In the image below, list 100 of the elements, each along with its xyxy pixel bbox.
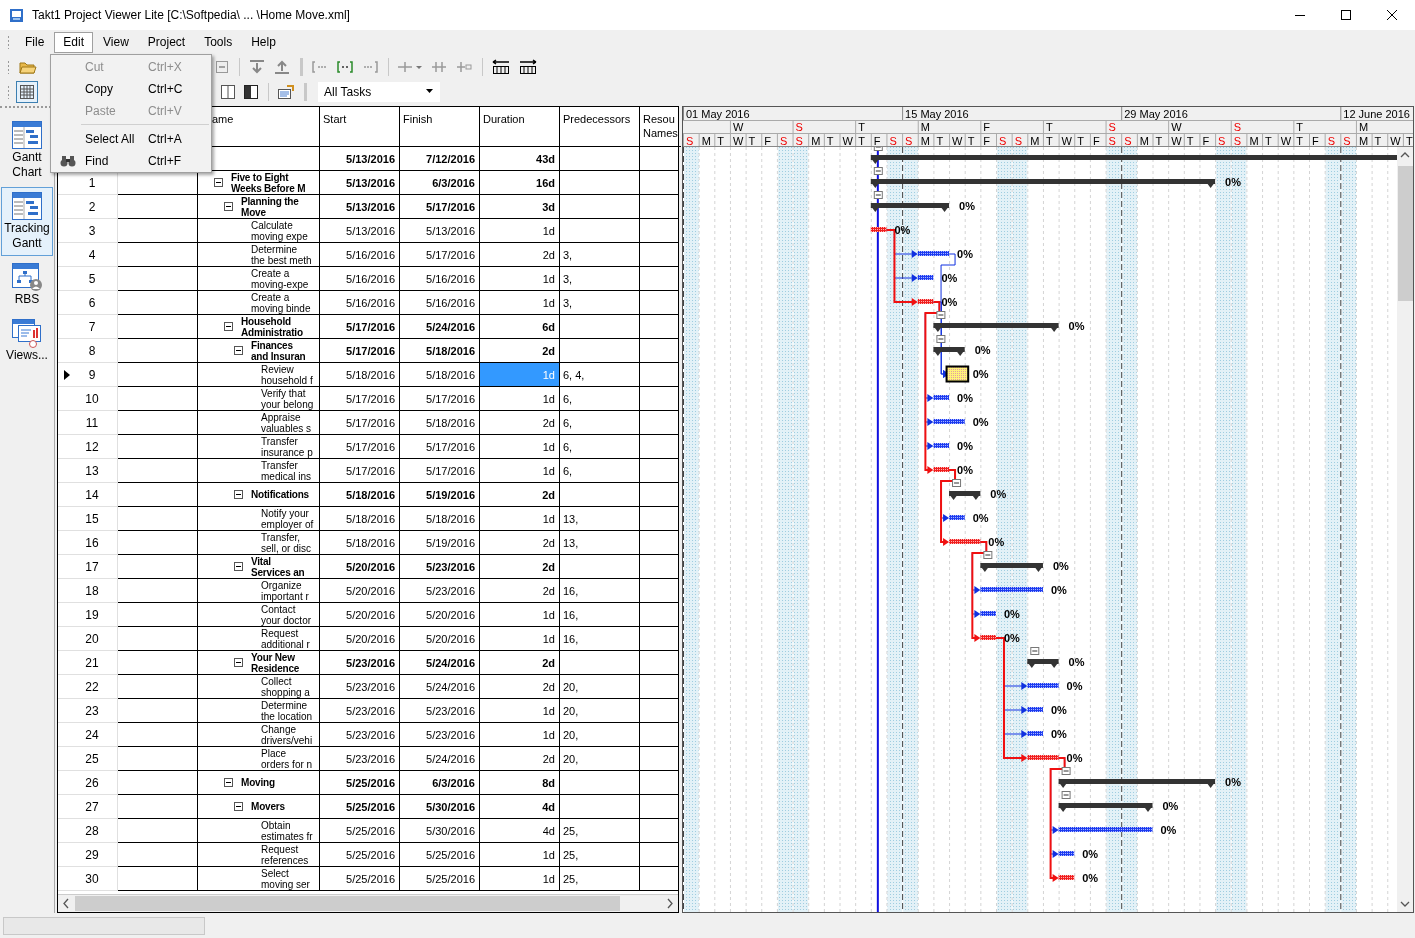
weekday-label: S bbox=[795, 121, 803, 133]
task-name: Create a moving binde bbox=[251, 291, 311, 314]
day-label: M bbox=[1139, 135, 1149, 147]
day-label: S bbox=[686, 135, 694, 147]
menu-item[interactable]: Edit bbox=[54, 31, 94, 53]
table-cell: 1d bbox=[480, 507, 560, 531]
weekday-label: F bbox=[983, 121, 991, 133]
collapse-button[interactable] bbox=[234, 346, 243, 355]
collapse-icon[interactable] bbox=[1030, 647, 1040, 655]
collapse-button[interactable] bbox=[234, 562, 243, 571]
view-button[interactable]: Views... bbox=[1, 314, 53, 368]
menu-item[interactable]: Tools bbox=[195, 31, 242, 53]
table-cell: 20, bbox=[560, 747, 640, 771]
filter-dropdown[interactable]: All Tasks bbox=[318, 81, 440, 102]
collapse-icon[interactable] bbox=[952, 479, 962, 487]
collapse-button[interactable] bbox=[224, 322, 233, 331]
column-header[interactable]: Finish bbox=[400, 107, 480, 147]
collapse-icon[interactable] bbox=[983, 551, 993, 559]
day-label: S bbox=[889, 135, 897, 147]
collapse-button[interactable] bbox=[234, 658, 243, 667]
menu-item[interactable]: View bbox=[94, 31, 138, 53]
weekday-label: T bbox=[858, 121, 865, 133]
table-cell: 5/23/2016 bbox=[320, 651, 400, 675]
table-cell: 5/20/2016 bbox=[320, 579, 400, 603]
percent-label: 0% bbox=[1068, 320, 1085, 332]
percent-label: 0% bbox=[1004, 608, 1020, 620]
row-number: 28 bbox=[84, 823, 100, 838]
weekday-label: S bbox=[1108, 121, 1116, 133]
collapse-icon[interactable] bbox=[1061, 791, 1071, 799]
collapse-icon[interactable] bbox=[936, 335, 946, 343]
day-label: S bbox=[905, 135, 913, 147]
weekday-label: S bbox=[1233, 121, 1242, 133]
percent-label: 0% bbox=[894, 224, 911, 236]
task-bar[interactable] bbox=[933, 395, 950, 400]
day-label: T bbox=[858, 135, 865, 147]
menu-item[interactable]: File bbox=[16, 31, 54, 53]
summary-bar[interactable] bbox=[1058, 779, 1216, 788]
summary-bar[interactable] bbox=[1058, 803, 1153, 812]
view-button[interactable]: Tracking Gantt bbox=[1, 187, 53, 256]
task-name: Organize important r bbox=[261, 579, 309, 602]
percent-label: 0% bbox=[957, 464, 973, 476]
view-button[interactable]: RBS bbox=[1, 258, 53, 312]
menu-item[interactable]: Help bbox=[242, 31, 285, 53]
table-cell: 6, bbox=[560, 435, 640, 459]
table-cell: 16, bbox=[560, 627, 640, 651]
day-label: F bbox=[1202, 135, 1210, 147]
collapse-button[interactable] bbox=[234, 490, 243, 499]
table-cell: 1d bbox=[480, 267, 560, 291]
collapse-icon[interactable] bbox=[873, 167, 883, 175]
summary-bar[interactable] bbox=[933, 323, 1059, 332]
summary-bar[interactable] bbox=[1027, 659, 1059, 668]
day-label: M bbox=[920, 135, 930, 147]
collapse-icon[interactable] bbox=[1061, 767, 1071, 775]
menu-item[interactable]: Find Ctrl+F bbox=[51, 150, 211, 172]
collapse-button[interactable] bbox=[224, 202, 233, 211]
weekday-label: T bbox=[1045, 121, 1053, 133]
row-number: 4 bbox=[87, 247, 97, 262]
table-cell: 5/16/2016 bbox=[320, 267, 400, 291]
collapse-icon[interactable] bbox=[936, 311, 946, 319]
row-number: 16 bbox=[84, 535, 100, 550]
table-cell: 6, bbox=[560, 411, 640, 435]
table-cell: 6, 4, bbox=[560, 363, 640, 387]
summary-bar[interactable] bbox=[870, 155, 1397, 164]
summary-bar[interactable] bbox=[933, 347, 965, 356]
grid-view-icon[interactable] bbox=[16, 80, 38, 103]
weekday-label: M bbox=[1358, 121, 1369, 133]
table-cell: 5/20/2016 bbox=[400, 603, 480, 627]
summary-bar[interactable] bbox=[870, 179, 1216, 188]
percent-label: 0% bbox=[957, 248, 973, 260]
row-number: 26 bbox=[84, 775, 100, 790]
table-cell: 5/17/2016 bbox=[400, 195, 480, 219]
row-number: 13 bbox=[84, 463, 100, 478]
column-header[interactable]: Duration bbox=[480, 107, 560, 147]
task-name: Select moving ser bbox=[261, 867, 310, 890]
task-bar[interactable] bbox=[933, 443, 950, 448]
column-header[interactable]: Predecessors bbox=[560, 107, 640, 147]
scrollbar-thumb[interactable] bbox=[75, 896, 620, 911]
task-name: Calculate moving expe bbox=[251, 219, 308, 242]
menu-item[interactable]: Project bbox=[138, 31, 195, 53]
table-cell: 5/17/2016 bbox=[400, 387, 480, 411]
summary-bar[interactable] bbox=[980, 563, 1043, 572]
collapse-icon[interactable] bbox=[873, 191, 883, 199]
task-bar[interactable] bbox=[945, 365, 970, 383]
day-label: S bbox=[1218, 135, 1226, 147]
column-header[interactable]: Start bbox=[320, 107, 400, 147]
window-title: Takt1 Project Viewer Lite [C:\Softpedia\ ... \Home Move.xml] bbox=[32, 8, 350, 22]
column-header[interactable]: Resou Names bbox=[640, 107, 681, 147]
day-label: S bbox=[1233, 135, 1242, 147]
collapse-icon[interactable] bbox=[873, 147, 883, 151]
row-number: 9 bbox=[87, 367, 97, 382]
table-cell: 5/20/2016 bbox=[320, 603, 400, 627]
task-name: Request additional r bbox=[261, 627, 310, 650]
menu-item[interactable]: Copy Ctrl+C bbox=[51, 78, 211, 100]
summary-bar[interactable] bbox=[949, 491, 981, 500]
summary-bar[interactable] bbox=[870, 203, 950, 212]
scrollbar-thumb[interactable] bbox=[1397, 166, 1413, 301]
collapse-button[interactable] bbox=[224, 778, 233, 787]
collapse-button[interactable] bbox=[214, 178, 223, 187]
task-name: Your New Residence bbox=[251, 651, 300, 674]
collapse-button[interactable] bbox=[234, 802, 243, 811]
